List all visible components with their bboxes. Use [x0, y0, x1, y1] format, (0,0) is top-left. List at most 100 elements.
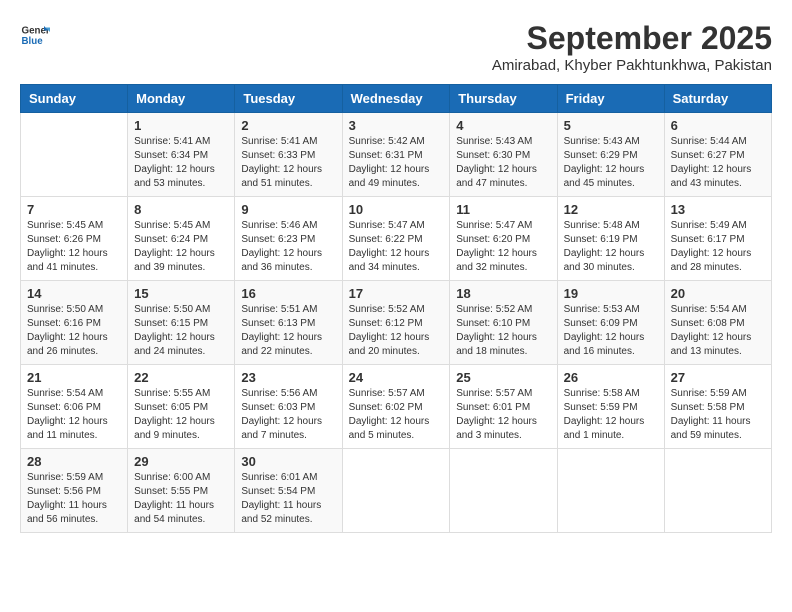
calendar-week-row: 14 Sunrise: 5:50 AMSunset: 6:16 PMDaylig… [21, 281, 772, 365]
calendar-cell: 22 Sunrise: 5:55 AMSunset: 6:05 PMDaylig… [128, 365, 235, 449]
header-thursday: Thursday [450, 85, 557, 113]
calendar-cell: 29 Sunrise: 6:00 AMSunset: 5:55 PMDaylig… [128, 449, 235, 533]
calendar-cell: 24 Sunrise: 5:57 AMSunset: 6:02 PMDaylig… [342, 365, 450, 449]
day-number: 19 [564, 286, 658, 301]
cell-info: Sunrise: 5:56 AMSunset: 6:03 PMDaylight:… [241, 387, 335, 443]
calendar-cell: 30 Sunrise: 6:01 AMSunset: 5:54 PMDaylig… [235, 449, 342, 533]
header-wednesday: Wednesday [342, 85, 450, 113]
calendar-cell: 10 Sunrise: 5:47 AMSunset: 6:22 PMDaylig… [342, 197, 450, 281]
cell-info: Sunrise: 5:53 AMSunset: 6:09 PMDaylight:… [564, 303, 658, 359]
cell-info: Sunrise: 5:41 AMSunset: 6:34 PMDaylight:… [134, 135, 228, 191]
cell-info: Sunrise: 5:47 AMSunset: 6:20 PMDaylight:… [456, 219, 550, 275]
day-number: 12 [564, 202, 658, 217]
svg-text:Blue: Blue [22, 36, 44, 47]
calendar-cell: 23 Sunrise: 5:56 AMSunset: 6:03 PMDaylig… [235, 365, 342, 449]
calendar-cell: 2 Sunrise: 5:41 AMSunset: 6:33 PMDayligh… [235, 113, 342, 197]
calendar-cell: 17 Sunrise: 5:52 AMSunset: 6:12 PMDaylig… [342, 281, 450, 365]
day-number: 21 [27, 370, 121, 385]
calendar-cell [21, 113, 128, 197]
day-number: 26 [564, 370, 658, 385]
title-block: September 2025 Amirabad, Khyber Pakhtunk… [492, 20, 772, 74]
header-saturday: Saturday [664, 85, 771, 113]
day-number: 10 [349, 202, 444, 217]
calendar-cell: 16 Sunrise: 5:51 AMSunset: 6:13 PMDaylig… [235, 281, 342, 365]
cell-info: Sunrise: 5:58 AMSunset: 5:59 PMDaylight:… [564, 387, 658, 443]
day-number: 23 [241, 370, 335, 385]
cell-info: Sunrise: 5:49 AMSunset: 6:17 PMDaylight:… [671, 219, 765, 275]
location-title: Amirabad, Khyber Pakhtunkhwa, Pakistan [492, 57, 772, 74]
cell-info: Sunrise: 5:57 AMSunset: 6:01 PMDaylight:… [456, 387, 550, 443]
cell-info: Sunrise: 5:44 AMSunset: 6:27 PMDaylight:… [671, 135, 765, 191]
day-number: 18 [456, 286, 550, 301]
header-monday: Monday [128, 85, 235, 113]
cell-info: Sunrise: 5:54 AMSunset: 6:08 PMDaylight:… [671, 303, 765, 359]
day-number: 17 [349, 286, 444, 301]
calendar-cell: 20 Sunrise: 5:54 AMSunset: 6:08 PMDaylig… [664, 281, 771, 365]
calendar-cell: 18 Sunrise: 5:52 AMSunset: 6:10 PMDaylig… [450, 281, 557, 365]
calendar-week-row: 7 Sunrise: 5:45 AMSunset: 6:26 PMDayligh… [21, 197, 772, 281]
day-number: 5 [564, 118, 658, 133]
calendar-cell: 21 Sunrise: 5:54 AMSunset: 6:06 PMDaylig… [21, 365, 128, 449]
day-number: 20 [671, 286, 765, 301]
calendar-cell: 14 Sunrise: 5:50 AMSunset: 6:16 PMDaylig… [21, 281, 128, 365]
day-number: 29 [134, 454, 228, 469]
svg-text:General: General [22, 26, 51, 37]
day-number: 22 [134, 370, 228, 385]
calendar-cell [664, 449, 771, 533]
header-tuesday: Tuesday [235, 85, 342, 113]
cell-info: Sunrise: 5:43 AMSunset: 6:30 PMDaylight:… [456, 135, 550, 191]
cell-info: Sunrise: 5:48 AMSunset: 6:19 PMDaylight:… [564, 219, 658, 275]
calendar-cell: 8 Sunrise: 5:45 AMSunset: 6:24 PMDayligh… [128, 197, 235, 281]
cell-info: Sunrise: 5:59 AMSunset: 5:58 PMDaylight:… [671, 387, 765, 443]
cell-info: Sunrise: 5:50 AMSunset: 6:16 PMDaylight:… [27, 303, 121, 359]
calendar-cell: 5 Sunrise: 5:43 AMSunset: 6:29 PMDayligh… [557, 113, 664, 197]
day-number: 1 [134, 118, 228, 133]
month-title: September 2025 [492, 20, 772, 57]
cell-info: Sunrise: 5:54 AMSunset: 6:06 PMDaylight:… [27, 387, 121, 443]
cell-info: Sunrise: 5:52 AMSunset: 6:10 PMDaylight:… [456, 303, 550, 359]
header-friday: Friday [557, 85, 664, 113]
cell-info: Sunrise: 6:00 AMSunset: 5:55 PMDaylight:… [134, 471, 228, 527]
cell-info: Sunrise: 6:01 AMSunset: 5:54 PMDaylight:… [241, 471, 335, 527]
calendar-cell: 12 Sunrise: 5:48 AMSunset: 6:19 PMDaylig… [557, 197, 664, 281]
cell-info: Sunrise: 5:51 AMSunset: 6:13 PMDaylight:… [241, 303, 335, 359]
cell-info: Sunrise: 5:45 AMSunset: 6:24 PMDaylight:… [134, 219, 228, 275]
calendar-cell: 6 Sunrise: 5:44 AMSunset: 6:27 PMDayligh… [664, 113, 771, 197]
day-number: 14 [27, 286, 121, 301]
calendar-cell: 27 Sunrise: 5:59 AMSunset: 5:58 PMDaylig… [664, 365, 771, 449]
logo: General Blue [20, 20, 50, 50]
cell-info: Sunrise: 5:57 AMSunset: 6:02 PMDaylight:… [349, 387, 444, 443]
calendar-cell [342, 449, 450, 533]
day-number: 16 [241, 286, 335, 301]
calendar-header-row: SundayMondayTuesdayWednesdayThursdayFrid… [21, 85, 772, 113]
day-number: 3 [349, 118, 444, 133]
day-number: 8 [134, 202, 228, 217]
day-number: 28 [27, 454, 121, 469]
calendar-cell: 11 Sunrise: 5:47 AMSunset: 6:20 PMDaylig… [450, 197, 557, 281]
calendar-cell: 15 Sunrise: 5:50 AMSunset: 6:15 PMDaylig… [128, 281, 235, 365]
calendar-table: SundayMondayTuesdayWednesdayThursdayFrid… [20, 84, 772, 533]
cell-info: Sunrise: 5:52 AMSunset: 6:12 PMDaylight:… [349, 303, 444, 359]
cell-info: Sunrise: 5:43 AMSunset: 6:29 PMDaylight:… [564, 135, 658, 191]
day-number: 25 [456, 370, 550, 385]
calendar-week-row: 21 Sunrise: 5:54 AMSunset: 6:06 PMDaylig… [21, 365, 772, 449]
calendar-cell: 7 Sunrise: 5:45 AMSunset: 6:26 PMDayligh… [21, 197, 128, 281]
day-number: 24 [349, 370, 444, 385]
day-number: 6 [671, 118, 765, 133]
cell-info: Sunrise: 5:59 AMSunset: 5:56 PMDaylight:… [27, 471, 121, 527]
calendar-cell: 3 Sunrise: 5:42 AMSunset: 6:31 PMDayligh… [342, 113, 450, 197]
calendar-cell: 4 Sunrise: 5:43 AMSunset: 6:30 PMDayligh… [450, 113, 557, 197]
calendar-week-row: 1 Sunrise: 5:41 AMSunset: 6:34 PMDayligh… [21, 113, 772, 197]
day-number: 15 [134, 286, 228, 301]
day-number: 2 [241, 118, 335, 133]
cell-info: Sunrise: 5:45 AMSunset: 6:26 PMDaylight:… [27, 219, 121, 275]
calendar-cell: 26 Sunrise: 5:58 AMSunset: 5:59 PMDaylig… [557, 365, 664, 449]
day-number: 7 [27, 202, 121, 217]
day-number: 30 [241, 454, 335, 469]
day-number: 4 [456, 118, 550, 133]
calendar-cell [450, 449, 557, 533]
calendar-cell: 1 Sunrise: 5:41 AMSunset: 6:34 PMDayligh… [128, 113, 235, 197]
calendar-cell [557, 449, 664, 533]
page-header: General Blue September 2025 Amirabad, Kh… [20, 20, 772, 74]
day-number: 13 [671, 202, 765, 217]
